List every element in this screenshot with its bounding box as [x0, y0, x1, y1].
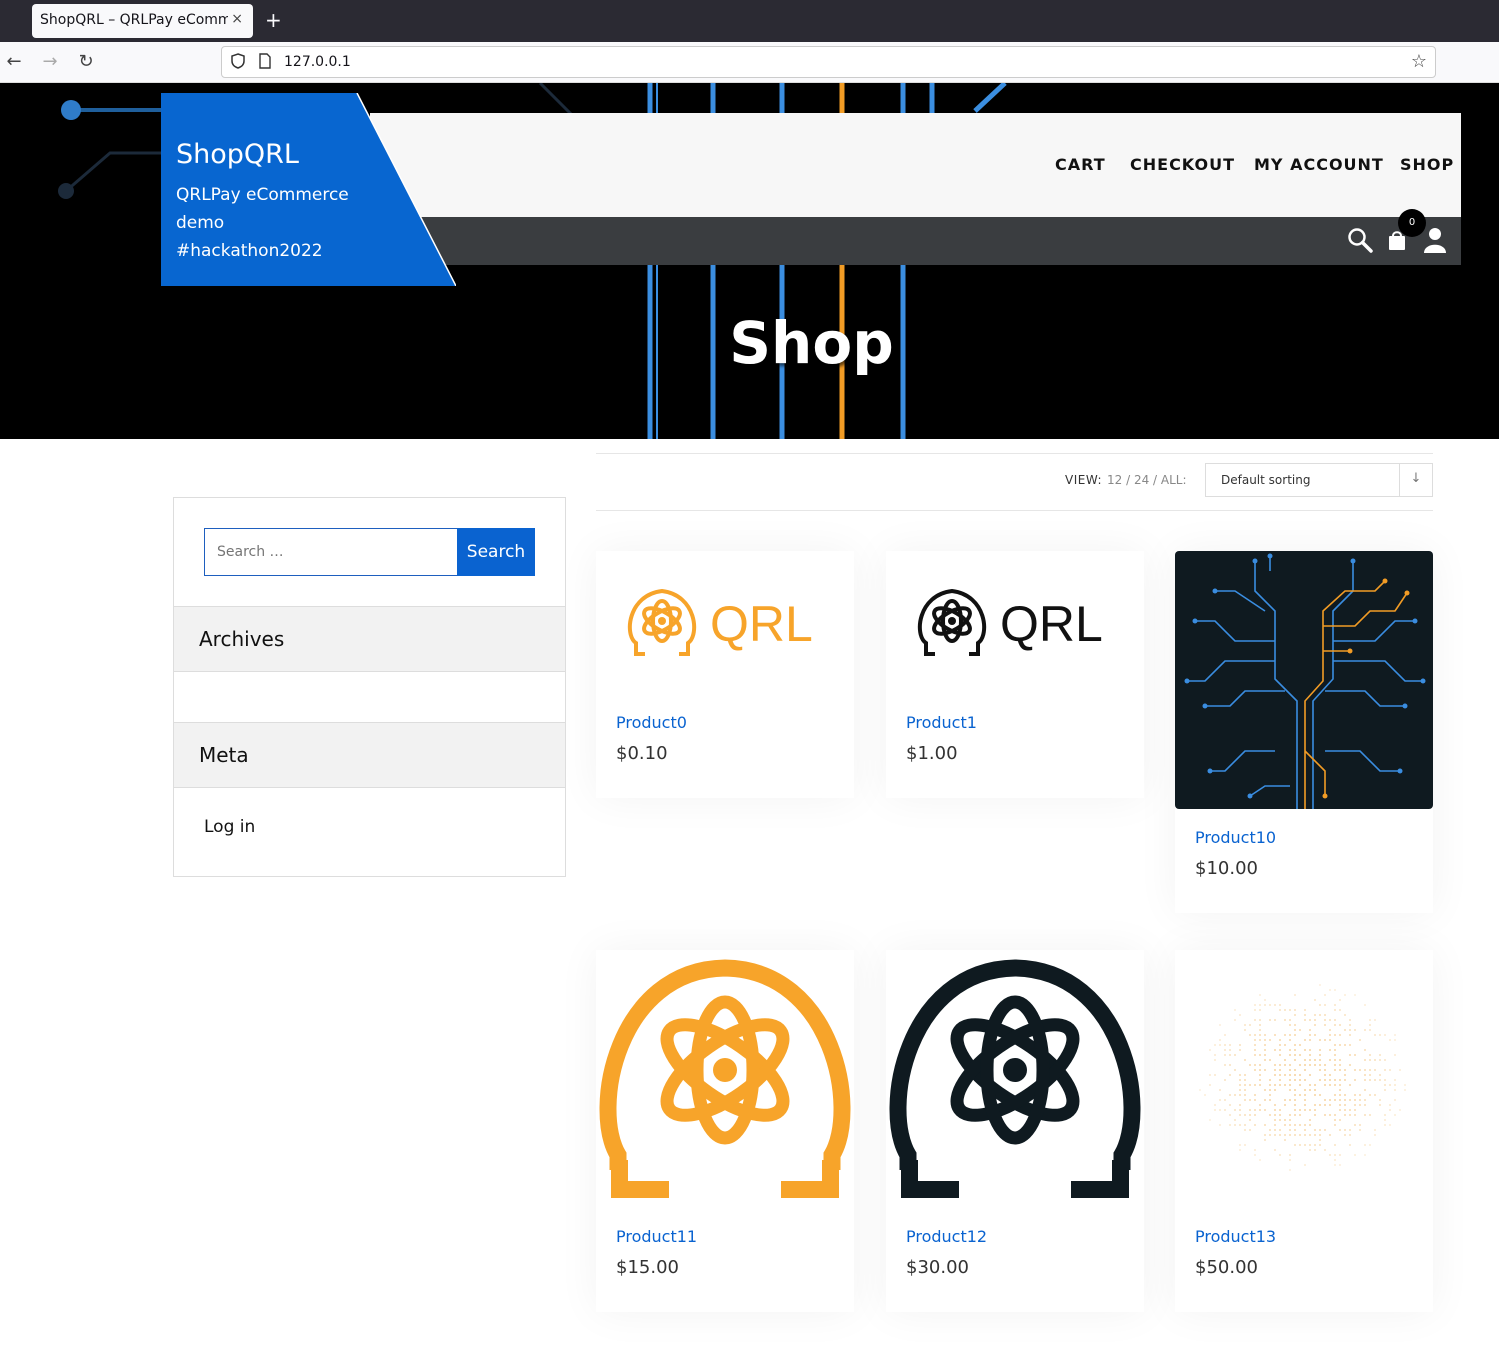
page-title: Shop [729, 309, 894, 377]
sort-select[interactable]: Default sorting ↓ [1205, 463, 1433, 497]
bookmark-star-icon[interactable]: ☆ [1411, 51, 1427, 72]
arrow-down-icon[interactable]: ↓ [1399, 464, 1432, 496]
qrl-omega-icon [596, 959, 854, 1208]
product-image[interactable] [1175, 551, 1433, 809]
toolbar-bottom-divider [596, 510, 1433, 511]
browser-nav-bar: ← → ↻ 127.0.0.1 ☆ [0, 42, 1499, 83]
sort-selected-value: Default sorting [1221, 473, 1311, 487]
product-image[interactable]: QRL [886, 551, 1144, 701]
product-image[interactable] [596, 950, 854, 1208]
dotted-pattern-image [1199, 984, 1406, 1171]
product-card[interactable]: Product10 $10.00 [1175, 551, 1433, 913]
product-name[interactable]: Product1 [906, 713, 977, 732]
product-image[interactable] [886, 950, 1144, 1208]
qrl-logo-icon: QRL [917, 588, 1103, 656]
product-name[interactable]: Product12 [906, 1227, 987, 1246]
archives-heading: Archives [174, 606, 565, 672]
product-price: $0.10 [616, 743, 668, 764]
site-title[interactable]: ShopQRL [176, 139, 299, 170]
product-price: $15.00 [616, 1257, 679, 1278]
menu-item-cart[interactable]: CART [1055, 155, 1106, 174]
login-link[interactable]: Log in [204, 817, 255, 837]
product-card[interactable]: QRL Product0 $0.10 [596, 551, 854, 798]
qrl-logo-icon: QRL [627, 588, 813, 656]
menu-item-shop[interactable]: SHOP [1400, 155, 1454, 174]
product-price: $30.00 [906, 1257, 969, 1278]
shield-icon [231, 53, 245, 69]
new-tab-button[interactable]: + [265, 8, 282, 32]
sidebar: Search Archives Meta Log in [173, 497, 566, 877]
product-name[interactable]: Product11 [616, 1227, 697, 1246]
search-button[interactable]: Search [457, 528, 535, 576]
back-arrow-icon[interactable]: ← [2, 51, 26, 72]
product-price: $50.00 [1195, 1257, 1258, 1278]
product-card[interactable]: Product13 $50.00 [1175, 950, 1433, 1312]
forward-arrow-icon[interactable]: → [38, 51, 62, 72]
meta-heading: Meta [174, 722, 565, 788]
view-options[interactable]: 12 / 24 / ALL: [1107, 473, 1187, 487]
tab-close-icon[interactable]: × [231, 11, 243, 27]
user-icon[interactable] [1424, 227, 1446, 253]
product-image[interactable]: QRL [596, 551, 854, 701]
svg-text:QRL: QRL [710, 596, 813, 652]
product-card[interactable]: Product12 $30.00 [886, 950, 1144, 1312]
menu-item-my-account[interactable]: MY ACCOUNT [1254, 155, 1384, 174]
browser-tab[interactable]: ShopQRL – QRLPay eCommerce × [32, 4, 253, 38]
search-input[interactable] [204, 528, 458, 576]
header-icon-bar [420, 217, 1461, 265]
page-icon [259, 53, 271, 69]
search-icon[interactable] [1347, 227, 1373, 253]
reload-icon[interactable]: ↻ [74, 51, 98, 72]
url-bar[interactable]: 127.0.0.1 ☆ [221, 46, 1436, 78]
qrl-omega-icon [886, 959, 1144, 1208]
product-name[interactable]: Product13 [1195, 1227, 1276, 1246]
product-price: $1.00 [906, 743, 958, 764]
hero-banner: ShopQRL QRLPay eCommerce demo #hackathon… [0, 83, 1499, 439]
product-price: $10.00 [1195, 858, 1258, 879]
product-name[interactable]: Product0 [616, 713, 687, 732]
site-tagline: QRLPay eCommerce demo #hackathon2022 [176, 185, 349, 261]
product-card[interactable]: Product11 $15.00 [596, 950, 854, 1312]
svg-text:QRL: QRL [1000, 596, 1103, 652]
product-image[interactable] [1175, 950, 1433, 1208]
product-card[interactable]: QRL Product1 $1.00 [886, 551, 1144, 798]
menu-item-checkout[interactable]: CHECKOUT [1130, 155, 1235, 174]
browser-tab-bar: ShopQRL – QRLPay eCommerce × + [0, 0, 1499, 42]
toolbar-top-divider [596, 453, 1433, 454]
cart-count-badge: 0 [1398, 209, 1426, 237]
circuit-tree-image [1184, 553, 1426, 809]
url-text: 127.0.0.1 [284, 54, 351, 70]
product-name[interactable]: Product10 [1195, 828, 1276, 847]
tab-title: ShopQRL – QRLPay eCommerce [40, 12, 228, 28]
view-label: VIEW: [1065, 473, 1103, 487]
